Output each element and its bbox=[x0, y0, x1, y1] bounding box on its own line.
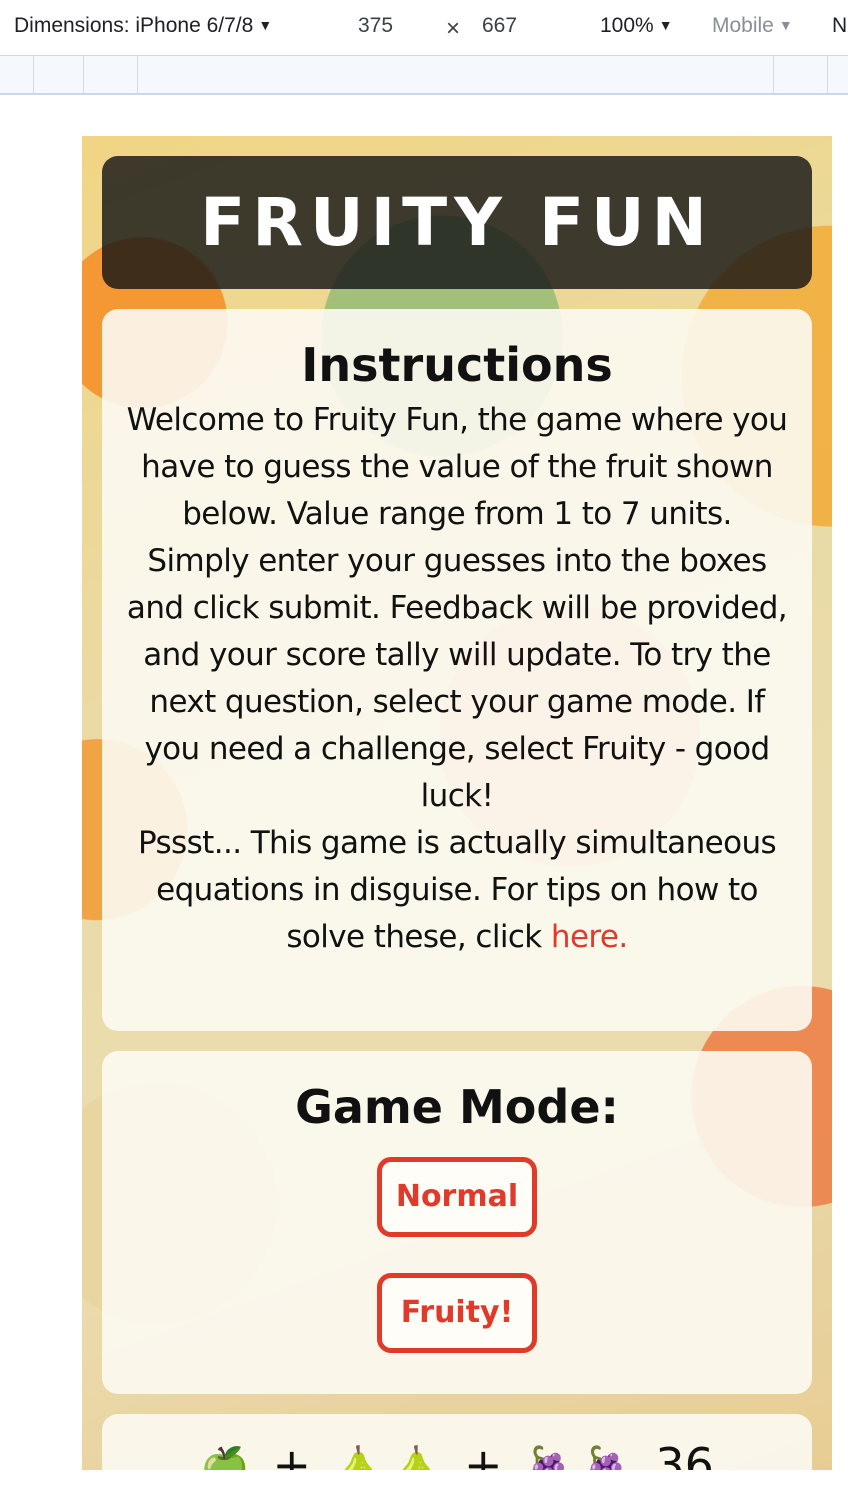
game-mode-panel: Game Mode: Normal Fruity! bbox=[102, 1051, 812, 1394]
grapes-icon: 🍇 bbox=[525, 1445, 575, 1470]
equation-panel: 🍏 + 🍐 🍐 + 🍇 🍇 36 bbox=[102, 1414, 812, 1470]
plus-sign: + bbox=[272, 1438, 312, 1470]
chevron-down-icon: ▼ bbox=[658, 17, 673, 33]
ruler-tick[interactable] bbox=[137, 56, 138, 93]
pear-icon: 🍐 bbox=[333, 1445, 384, 1470]
device-selector[interactable]: Dimensions: iPhone 6/7/8 ▼ bbox=[14, 14, 272, 38]
ruler-tick[interactable] bbox=[827, 56, 828, 93]
grapes-icon: 🍇 bbox=[582, 1445, 633, 1470]
page-title: FRUITY FUN bbox=[200, 184, 714, 261]
media-query-ruler bbox=[0, 56, 848, 95]
title-banner: FRUITY FUN bbox=[102, 156, 812, 289]
devtools-toolbar: Dimensions: iPhone 6/7/8 ▼ 375 × 667 100%… bbox=[0, 0, 848, 56]
normal-mode-button[interactable]: Normal bbox=[377, 1157, 537, 1237]
ruler-tick[interactable] bbox=[33, 56, 34, 93]
plus-sign: + bbox=[463, 1438, 503, 1470]
page-viewport: FRUITY FUN Instructions Welcome to Fruit… bbox=[82, 136, 832, 1470]
instructions-paragraph-2: Simply enter your guesses into the boxes… bbox=[126, 543, 788, 814]
instructions-paragraph-3: Pssst... This game is actually simultane… bbox=[120, 820, 794, 961]
fruity-mode-button[interactable]: Fruity! bbox=[377, 1273, 537, 1353]
zoom-selector[interactable]: 100% ▼ bbox=[600, 14, 673, 38]
viewport-height-field[interactable]: 667 bbox=[482, 14, 517, 38]
chevron-down-icon: ▼ bbox=[258, 17, 273, 33]
instructions-paragraph-1: Welcome to Fruity Fun, the game where yo… bbox=[126, 402, 788, 532]
device-mode-selector[interactable]: Mobile ▼ bbox=[712, 14, 793, 38]
zoom-label: 100% bbox=[600, 14, 654, 37]
device-mode-label: Mobile bbox=[712, 14, 774, 37]
instructions-panel: Instructions Welcome to Fruity Fun, the … bbox=[102, 309, 812, 1031]
pear-icon: 🍐 bbox=[391, 1445, 442, 1470]
tips-link[interactable]: here. bbox=[551, 919, 628, 955]
game-mode-heading: Game Mode: bbox=[295, 1080, 619, 1134]
instructions-paragraph-3-text: Pssst... This game is actually simultane… bbox=[137, 825, 777, 955]
viewport-width-field[interactable]: 375 bbox=[358, 14, 393, 38]
chevron-down-icon: ▼ bbox=[778, 17, 793, 33]
equation-result: 36 bbox=[655, 1438, 714, 1470]
device-label: Dimensions: iPhone 6/7/8 bbox=[14, 14, 254, 37]
ruler-tick[interactable] bbox=[773, 56, 774, 93]
ruler-tick[interactable] bbox=[83, 56, 84, 93]
instructions-heading: Instructions bbox=[301, 338, 613, 392]
overflow-label: N bbox=[832, 14, 848, 37]
apple-icon: 🍏 bbox=[200, 1445, 250, 1470]
times-icon: × bbox=[446, 15, 461, 42]
